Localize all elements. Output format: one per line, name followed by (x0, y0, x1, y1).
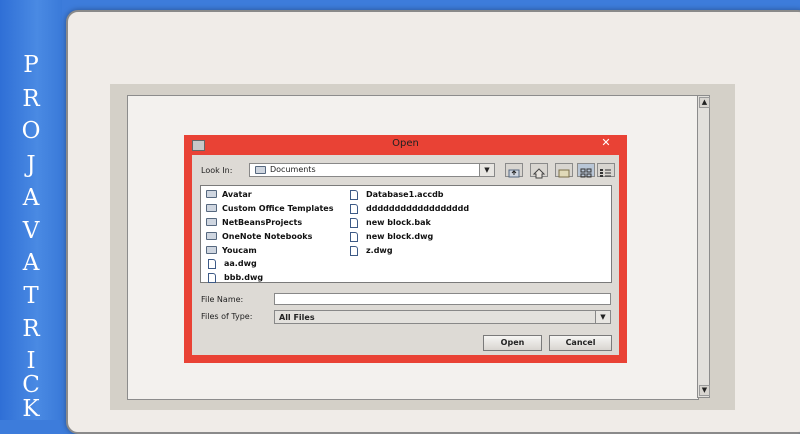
file-icon (350, 232, 358, 242)
list-view-button[interactable] (577, 163, 595, 178)
file-icon (350, 190, 358, 200)
file-icon (208, 259, 216, 269)
chevron-down-icon[interactable]: ▼ (595, 311, 610, 323)
side-banner: P R O J A V A T R I C K (0, 0, 62, 422)
file-icon (208, 273, 216, 283)
banner-letter: P (23, 52, 39, 78)
look-in-value: Documents (270, 165, 316, 174)
home-button[interactable] (530, 163, 548, 179)
files-of-type-label: Files of Type: (201, 312, 253, 321)
file-name-input[interactable] (274, 293, 611, 305)
banner-letter: R (22, 86, 40, 112)
look-in-label: Look In: (201, 166, 233, 175)
new-folder-icon (558, 169, 570, 178)
banner-letter: O (21, 118, 41, 144)
folder-icon (206, 218, 217, 226)
up-folder-icon (508, 169, 520, 178)
scroll-down-icon[interactable]: ▼ (699, 385, 710, 396)
file-icon (350, 246, 358, 256)
folder-icon (206, 232, 217, 240)
file-icon (350, 204, 358, 214)
banner-letter: V (22, 218, 40, 244)
folder-icon (206, 190, 217, 198)
folder-icon (206, 204, 217, 212)
banner-letter: A (22, 250, 40, 276)
banner-letter: T (23, 283, 39, 309)
dialog-title: Open (392, 138, 419, 149)
open-dialog: Open ✕ Look In: Documents ▼ Avatar Custo… (184, 135, 627, 363)
open-button[interactable]: Open (483, 335, 542, 351)
home-icon (532, 168, 546, 179)
folder-icon (255, 166, 266, 174)
list-view-icon (580, 168, 592, 178)
dialog-body: Look In: Documents ▼ Avatar Custom Offic… (192, 155, 619, 355)
look-in-combo[interactable]: Documents ▼ (249, 163, 495, 177)
details-view-icon (600, 169, 611, 177)
vertical-scrollbar[interactable]: ▲ ▼ (697, 95, 710, 398)
new-folder-button[interactable] (555, 163, 573, 178)
banner-letter: R (22, 316, 40, 342)
file-name-label: File Name: (201, 295, 244, 304)
banner-letter: A (22, 185, 40, 211)
folder-icon (206, 246, 217, 254)
banner-letter: I (26, 348, 36, 374)
details-view-button[interactable] (597, 163, 615, 177)
cancel-button[interactable]: Cancel (549, 335, 612, 351)
file-list[interactable]: Avatar Custom Office Templates NetBeansP… (200, 185, 612, 283)
chevron-down-icon[interactable]: ▼ (479, 164, 494, 176)
banner-letter: C (22, 372, 40, 398)
banner-letter: J (26, 152, 36, 178)
close-button[interactable]: ✕ (592, 136, 620, 150)
files-of-type-value: All Files (279, 313, 315, 322)
files-of-type-combo[interactable]: All Files ▼ (274, 310, 611, 324)
scroll-up-icon[interactable]: ▲ (699, 97, 710, 108)
file-icon (350, 218, 358, 228)
up-one-level-button[interactable] (505, 163, 523, 178)
dialog-titlebar[interactable]: Open (184, 135, 627, 155)
banner-letter: K (22, 396, 40, 422)
